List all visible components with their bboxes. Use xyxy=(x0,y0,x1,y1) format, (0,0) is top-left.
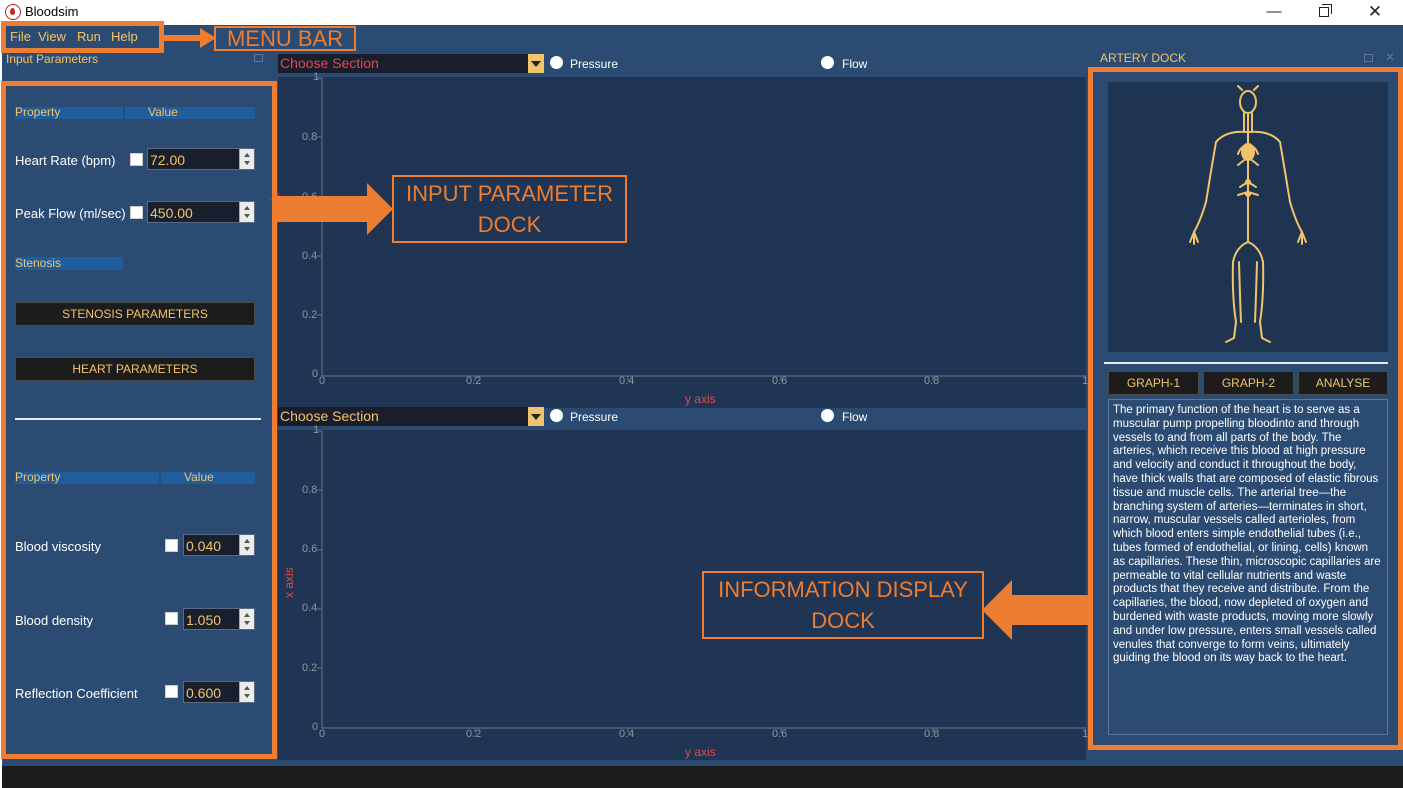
input-dock-annotation-line1: INPUT PARAMETER xyxy=(406,181,613,206)
info-dock-highlight xyxy=(1088,67,1403,750)
input-dock-annotation: INPUT PARAMETER DOCK xyxy=(392,175,627,243)
plot2-y-axis-label: x axis xyxy=(282,567,296,598)
plot2-xtick: 0 xyxy=(319,728,326,740)
plot2-ytick: 0.8 xyxy=(302,484,318,496)
plot2-ytick: 1 xyxy=(313,424,320,436)
plot2-ytick: 0.2 xyxy=(302,662,318,674)
input-dock-arrow xyxy=(277,183,393,235)
plot2-xtick: 0.4 xyxy=(619,728,635,740)
info-dock-annotation-line1: INFORMATION DISPLAY xyxy=(718,577,968,602)
plot2-xtick: 0.2 xyxy=(466,728,482,740)
status-bar xyxy=(0,766,1403,788)
plot2-xtick: 0.6 xyxy=(772,728,788,740)
menu-bar-annotation: MENU BAR xyxy=(214,26,356,51)
menu-bar-arrow xyxy=(164,28,216,48)
dock-float-icon[interactable] xyxy=(1364,54,1373,62)
menu-bar-highlight xyxy=(1,21,164,53)
bloodsim-window: Bloodsim — ✕ File View Run Help Input Pa… xyxy=(0,0,1403,788)
plot2-xtick: 0.8 xyxy=(924,728,940,740)
input-dock-highlight xyxy=(1,81,277,759)
plot2-x-axis-label: y axis xyxy=(685,745,716,759)
input-dock-annotation-line2: DOCK xyxy=(477,212,542,237)
plot2-ytick: 0 xyxy=(312,721,319,733)
info-dock-annotation-line2: DOCK xyxy=(811,608,875,633)
info-dock-annotation: INFORMATION DISPLAY DOCK xyxy=(702,571,984,639)
artery-dock-title: ARTERY DOCK xyxy=(1100,51,1187,65)
info-dock-arrow xyxy=(982,580,1092,640)
dock-close-icon[interactable]: ✕ xyxy=(1385,50,1395,64)
plot2-ytick: 0.4 xyxy=(302,602,318,614)
plot2-ytick: 0.6 xyxy=(302,543,318,555)
